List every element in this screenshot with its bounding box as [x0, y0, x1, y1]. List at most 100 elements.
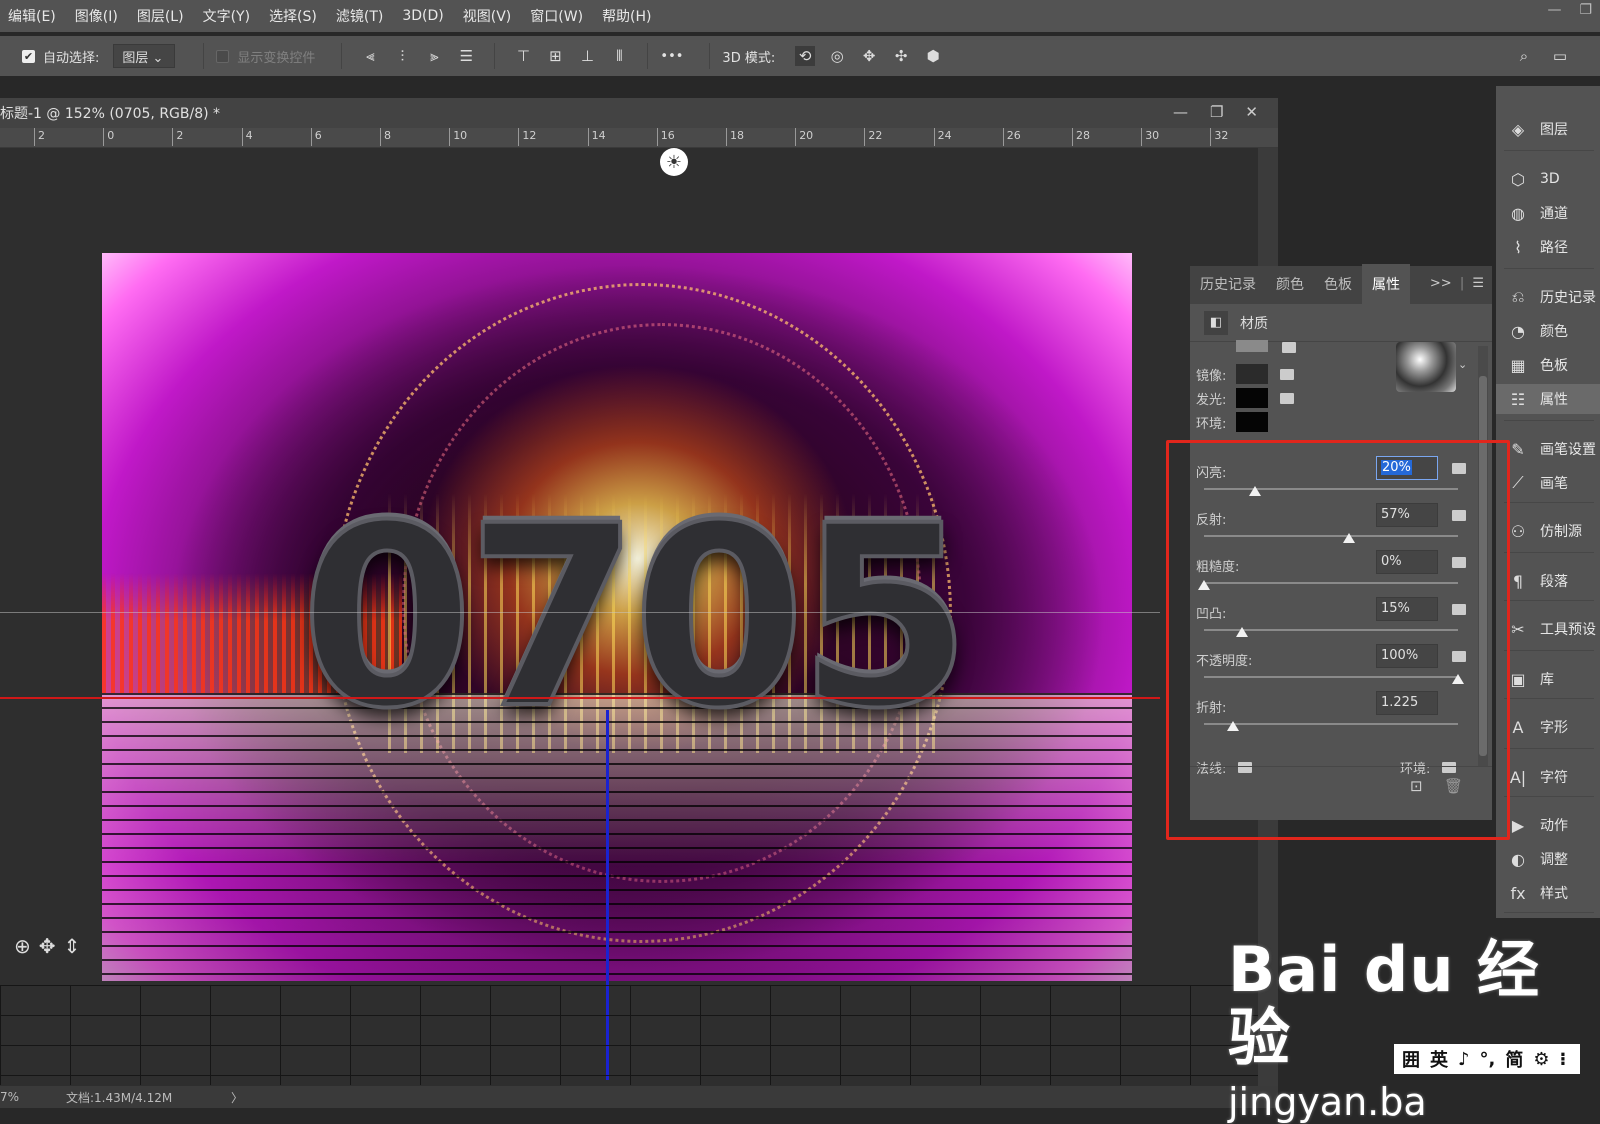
x-axis-guide — [0, 697, 1160, 699]
texture-folder-icon[interactable] — [1280, 392, 1294, 404]
height-icon[interactable]: ⇕ — [64, 934, 81, 958]
move-icon[interactable]: ✥ — [39, 934, 56, 958]
workspace-icon[interactable]: ▭ — [1550, 46, 1570, 66]
restore-button[interactable]: ❐ — [1579, 2, 1592, 18]
more-options-button[interactable]: ••• — [660, 49, 683, 64]
diffuse-swatch[interactable] — [1236, 340, 1268, 352]
slide-3d-icon[interactable]: ✣ — [891, 46, 911, 66]
align-bottom-icon[interactable]: ⊥ — [577, 46, 597, 66]
scale-3d-icon[interactable]: ⬢ — [923, 46, 943, 66]
ime-button-6[interactable]: ⁝ — [1559, 1049, 1566, 1070]
align-top-icon[interactable]: ⊤ — [513, 46, 533, 66]
horizontal-ruler[interactable]: 2 0 2 4 6 8 10 12 14 16 18 20 22 24 26 28 30 32 — [0, 128, 1278, 148]
ruler-tick: 18 — [726, 128, 744, 146]
minimize-button[interactable]: — — [1547, 2, 1561, 18]
dock-item-4[interactable]: ⎌ 历史记录 — [1496, 282, 1600, 312]
dock-item-1[interactable]: ⬡ 3D — [1496, 164, 1600, 194]
baidu-watermark: Bai du 经验 jingyan.ba — [1228, 936, 1600, 1124]
ime-button-4[interactable]: 简 — [1505, 1046, 1523, 1072]
ime-button-2[interactable]: ♪ — [1458, 1049, 1470, 1070]
ruler-tick: 24 — [933, 128, 952, 146]
ime-button-1[interactable]: 英 — [1430, 1046, 1448, 1072]
doc-close-button[interactable]: ✕ — [1245, 103, 1258, 121]
menu-item-4[interactable]: 选择(S) — [269, 6, 317, 26]
status-arrow-icon[interactable]: 〉 — [231, 1089, 243, 1106]
distribute-horizontal-icon[interactable]: ☰ — [456, 46, 476, 66]
ruler-tick: 30 — [1141, 128, 1159, 146]
show-transform-checkbox[interactable] — [216, 49, 230, 63]
tab-color[interactable]: 颜色 — [1266, 274, 1314, 304]
ruler-tick: 22 — [864, 128, 882, 146]
menu-item-0[interactable]: 编辑(E) — [8, 6, 56, 26]
align-right-icon[interactable]: ⫸ — [424, 46, 444, 66]
document-tab[interactable]: 标题-1 @ 152% (0705, RGB/8) * — [0, 98, 1278, 128]
pan-3d-icon[interactable]: ✥ — [859, 46, 879, 66]
dock-item-6[interactable]: ▦ 色板 — [1496, 350, 1600, 380]
tab-swatches[interactable]: 色板 — [1314, 274, 1362, 304]
dock-item-10[interactable]: ⚇ 仿制源 — [1496, 516, 1600, 546]
menu-item-9[interactable]: 帮助(H) — [602, 6, 651, 26]
search-icon[interactable]: ⌕ — [1514, 46, 1534, 66]
roll-3d-icon[interactable]: ◎ — [827, 46, 847, 66]
dock-item-label: 工具预设 — [1540, 622, 1596, 638]
dock-item-18[interactable]: fx 样式 — [1496, 878, 1600, 908]
doc-restore-button[interactable]: ❐ — [1210, 103, 1223, 121]
dock-item-3[interactable]: ⌇ 路径 — [1496, 232, 1600, 262]
window-controls: — ❐ — [1547, 2, 1592, 18]
dock-item-13[interactable]: ▣ 库 — [1496, 664, 1600, 694]
align-left-icon[interactable]: ⫷ — [360, 46, 380, 66]
dock-item-0[interactable]: ◈ 图层 — [1496, 114, 1600, 144]
tab-properties[interactable]: 属性 — [1362, 264, 1410, 304]
dock-item-label: 历史记录 — [1540, 290, 1596, 306]
dock-item-16[interactable]: ▶ 动作 — [1496, 810, 1600, 840]
distribute-vertical-icon[interactable]: ⦀ — [609, 46, 629, 66]
menu-item-5[interactable]: 滤镜(T) — [336, 6, 383, 26]
menu-item-7[interactable]: 视图(V) — [463, 6, 512, 26]
dock-item-15[interactable]: A| 字符 — [1496, 762, 1600, 792]
ruler-tick: 28 — [1072, 128, 1090, 146]
character-icon: A| — [1509, 767, 1527, 787]
menu-item-8[interactable]: 窗口(W) — [530, 6, 583, 26]
align-vcenter-icon[interactable]: ⊞ — [545, 46, 565, 66]
color-swatch[interactable] — [1236, 388, 1268, 408]
panel-menu-icon[interactable]: ☰ — [1472, 276, 1484, 291]
tab-history[interactable]: 历史记录 — [1190, 274, 1266, 304]
ime-toolbar[interactable]: 囲英 ♪ °, 简 ⚙ ⁝ — [1394, 1044, 1580, 1074]
menu-item-3[interactable]: 文字(Y) — [203, 6, 250, 26]
zoom-level[interactable]: 7% — [0, 1090, 66, 1104]
color-swatch[interactable] — [1236, 412, 1268, 432]
align-hcenter-icon[interactable]: ⫶ — [392, 46, 412, 66]
dock-item-11[interactable]: ¶ 段落 — [1496, 566, 1600, 596]
texture-folder-icon[interactable] — [1280, 368, 1294, 380]
dock-item-14[interactable]: A 字形 — [1496, 712, 1600, 742]
dock-item-7[interactable]: ☷ 属性 — [1496, 384, 1600, 414]
3d-text-0705[interactable]: 0705 — [242, 491, 1022, 745]
doc-minimize-button[interactable]: — — [1173, 103, 1188, 121]
ime-button-0[interactable]: 囲 — [1402, 1046, 1420, 1072]
orbit-3d-icon[interactable]: ⟲ — [795, 46, 816, 66]
expand-panels-icon[interactable]: >> — [1430, 276, 1452, 291]
menu-item-2[interactable]: 图层(L) — [137, 6, 184, 26]
material-preview-sphere[interactable] — [1396, 342, 1456, 392]
material-picker-chevron-icon[interactable]: ⌄ — [1458, 358, 1467, 371]
show-transform-label: 显示变换控件 — [237, 50, 316, 66]
globe-icon[interactable]: ⊕ — [14, 934, 31, 958]
dock-item-9[interactable]: ⟋ 画笔 — [1496, 468, 1600, 498]
auto-select-dropdown[interactable]: 图层 ⌄ — [113, 44, 176, 68]
dock-item-8[interactable]: ✎ 画笔设置 — [1496, 434, 1600, 464]
dock-item-17[interactable]: ◐ 调整 — [1496, 844, 1600, 874]
ime-button-5[interactable]: ⚙ — [1533, 1049, 1549, 1070]
dock-item-12[interactable]: ✂ 工具预设 — [1496, 614, 1600, 644]
dock-item-2[interactable]: ◍ 通道 — [1496, 198, 1600, 228]
auto-select-checkbox[interactable]: ✔ — [22, 49, 35, 63]
color-swatch[interactable] — [1236, 364, 1268, 384]
3d-axis-widget[interactable]: ⊕ ✥ ⇕ — [14, 934, 80, 958]
ruler-tick: 8 — [380, 128, 391, 146]
dock-item-5[interactable]: ◔ 颜色 — [1496, 316, 1600, 346]
ime-button-3[interactable]: °, — [1480, 1049, 1496, 1070]
canvas-image[interactable]: 0705 — [102, 253, 1132, 981]
diffuse-texture-folder-icon[interactable] — [1282, 342, 1296, 353]
light-icon[interactable]: ☀ — [660, 148, 688, 176]
menu-item-6[interactable]: 3D(D) — [402, 8, 443, 24]
menu-item-1[interactable]: 图像(I) — [75, 6, 118, 26]
